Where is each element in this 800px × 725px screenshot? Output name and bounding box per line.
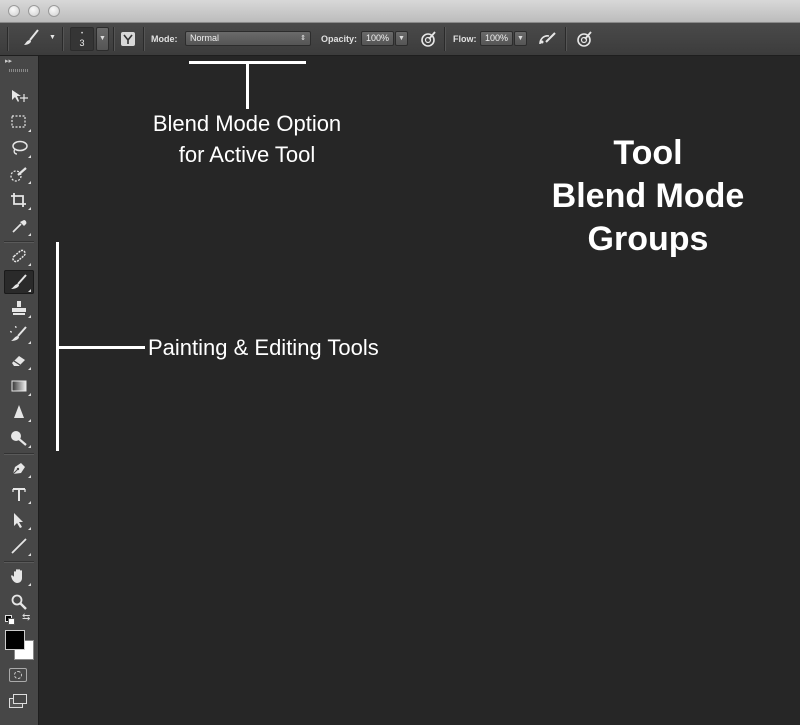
brush-tool-button[interactable] [4, 270, 34, 294]
window-titlebar [0, 0, 800, 23]
eraser-tool-button[interactable] [4, 348, 34, 372]
group-title-line3: Groups [587, 220, 709, 258]
eraser-tool-icon [12, 356, 25, 366]
healing-brush-tool-button[interactable] [4, 244, 34, 268]
mode-select-arrows-icon: ⇕ [300, 35, 306, 42]
lasso-tool-button[interactable] [4, 136, 34, 160]
marquee-tool-button[interactable] [4, 110, 34, 134]
brush-size-value: 3 [79, 38, 85, 48]
screen-mode-button[interactable] [9, 694, 29, 708]
pressure-opacity-icon[interactable] [419, 30, 437, 53]
quick-mask-icon [14, 671, 22, 679]
gradient-tool-icon [11, 380, 27, 392]
brush-tool-icon [11, 274, 27, 289]
foreground-color-swatch[interactable] [5, 630, 25, 650]
group-title: Tool Blend Mode Groups [520, 132, 776, 261]
brush-size-dropdown[interactable]: ▼ [96, 27, 109, 51]
minimize-window-button[interactable] [28, 5, 40, 17]
path-selection-tool-button[interactable] [4, 508, 34, 532]
mode-value: Normal [190, 33, 220, 43]
quick-selection-tool-icon [10, 167, 27, 182]
group-title-line1: Tool [613, 134, 683, 172]
path-selection-tool-icon [14, 513, 23, 528]
line-tool-button[interactable] [4, 534, 34, 558]
options-bar: ▼ • 3 ▼ Mode: Normal ⇕ Opacity: 100% ▼ F… [0, 23, 800, 56]
blur-tool-button[interactable] [4, 400, 34, 424]
mode-label: Mode: [151, 34, 178, 44]
brush-preset-icon[interactable] [22, 28, 44, 53]
toolbox-grip[interactable] [9, 69, 29, 72]
brush-preset-dropdown-icon[interactable]: ▼ [49, 34, 56, 41]
blend-option-caption: Blend Mode Option for Active Tool [98, 108, 396, 170]
move-tool-button[interactable] [4, 84, 34, 108]
type-tool-button[interactable] [4, 482, 34, 506]
pen-tool-button[interactable] [4, 456, 34, 480]
group-title-line2: Blend Mode [551, 177, 745, 215]
healing-brush-tool-icon [12, 249, 26, 263]
zoom-tool-button[interactable] [4, 590, 34, 614]
gradient-tool-button[interactable] [4, 374, 34, 398]
dodge-tool-icon [11, 431, 27, 446]
blend-option-caption-line2: for Active Tool [178, 142, 316, 167]
painting-tools-label: Painting & Editing Tools [148, 335, 379, 360]
move-tool-icon [12, 90, 28, 102]
marquee-tool-icon [11, 115, 26, 128]
crop-tool-icon [11, 193, 26, 207]
blend-option-leader [246, 61, 249, 109]
flow-slider-button[interactable]: ▼ [514, 31, 527, 46]
painting-tools-leader [56, 346, 145, 349]
clone-stamp-tool-icon [12, 301, 26, 315]
flow-label: Flow: [453, 34, 477, 44]
hand-tool-button[interactable] [4, 564, 34, 588]
blend-option-caption-line1: Blend Mode Option [152, 111, 342, 136]
opacity-label: Opacity: [321, 34, 358, 44]
pressure-size-icon[interactable] [575, 30, 593, 53]
lasso-tool-icon [12, 140, 28, 155]
flow-input[interactable]: 100% [480, 31, 513, 46]
quick-selection-tool-button[interactable] [4, 162, 34, 186]
toolbox-panel: ▸▸ ⇆ [0, 56, 39, 725]
zoom-window-button[interactable] [48, 5, 60, 17]
quick-mask-button[interactable] [9, 668, 27, 682]
close-window-button[interactable] [8, 5, 20, 17]
eyedropper-tool-icon [12, 220, 27, 233]
type-tool-icon [12, 488, 26, 501]
zoom-tool-icon [11, 594, 27, 610]
dodge-tool-button[interactable] [4, 426, 34, 450]
default-colors-icon[interactable] [5, 615, 15, 625]
mode-select[interactable]: Normal ⇕ [185, 31, 311, 46]
eyedropper-tool-button[interactable] [4, 214, 34, 238]
pen-tool-icon [12, 463, 25, 475]
crop-tool-button[interactable] [4, 188, 34, 212]
history-brush-tool-button[interactable] [4, 322, 34, 346]
swap-colors-icon[interactable]: ⇆ [22, 612, 30, 623]
clone-stamp-tool-button[interactable] [4, 296, 34, 320]
blur-tool-icon [14, 405, 24, 418]
opacity-input[interactable]: 100% [361, 31, 394, 46]
brush-size-picker[interactable]: • 3 [70, 27, 94, 51]
collapse-panel-icon[interactable]: ▸▸ [5, 57, 12, 65]
hand-tool-icon [11, 569, 22, 583]
airbrush-icon[interactable] [537, 30, 557, 53]
history-brush-tool-icon [10, 326, 27, 341]
brush-panel-icon[interactable] [120, 31, 136, 52]
opacity-slider-button[interactable]: ▼ [395, 31, 408, 46]
line-tool-icon [11, 538, 27, 554]
